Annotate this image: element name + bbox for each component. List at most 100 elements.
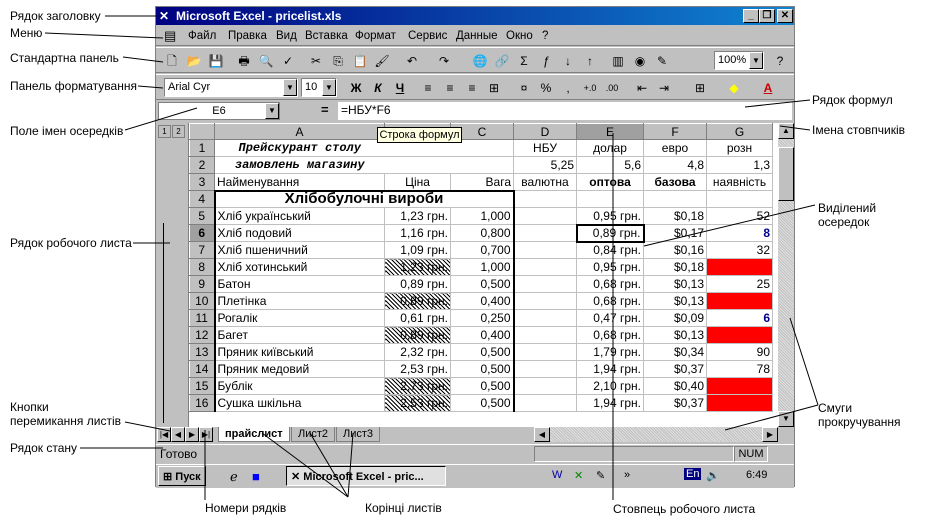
cell-B10[interactable]: 0,89 грн.	[384, 292, 451, 310]
menu-window[interactable]: Окно	[506, 29, 533, 43]
cell-B13[interactable]: 2,32 грн.	[384, 343, 451, 361]
column-header-D[interactable]: D	[513, 123, 577, 140]
row-header[interactable]: 6	[189, 224, 215, 242]
align-left-icon[interactable]: ≡	[418, 78, 438, 98]
cell-F15[interactable]: $0,40	[643, 377, 707, 395]
increase-decimal-icon[interactable]: +.0	[580, 78, 600, 98]
menu-data[interactable]: Данные	[456, 29, 498, 43]
next-sheet-icon[interactable]: ▶	[185, 427, 199, 442]
cell-G5[interactable]: 52	[706, 207, 773, 225]
cell-F4[interactable]	[643, 190, 707, 208]
tools-icon[interactable]: ✎	[596, 469, 605, 482]
cell-A8[interactable]: Хліб хотинський	[213, 258, 385, 276]
cell-E16[interactable]: 1,94 грн.	[576, 394, 644, 412]
cell-G4[interactable]	[706, 190, 773, 208]
cell-A11[interactable]: Рогалік	[213, 309, 385, 327]
cell-A14[interactable]: Пряник медовий	[213, 360, 385, 378]
cell-B14[interactable]: 2,53 грн.	[384, 360, 451, 378]
restore-button[interactable]: ❐	[759, 9, 775, 23]
cell-G13[interactable]: 90	[706, 343, 773, 361]
column-header-A[interactable]: A	[214, 123, 385, 140]
cell-A3[interactable]: Найменування	[214, 173, 385, 191]
cell-F11[interactable]: $0,09	[643, 309, 707, 327]
function-icon[interactable]: ƒ	[536, 51, 556, 71]
cell-A12[interactable]: Багет	[213, 326, 385, 344]
cell-G7[interactable]: 32	[706, 241, 773, 259]
autosum-icon[interactable]: Σ	[514, 51, 534, 71]
menu-edit[interactable]: Правка	[228, 29, 267, 43]
document-icon[interactable]: ▤	[164, 28, 176, 44]
sort-asc-icon[interactable]: ↓	[558, 51, 578, 71]
cell-E7[interactable]: 0,84 грн.	[576, 241, 644, 259]
cell-B2[interactable]	[384, 156, 451, 174]
cell-C13[interactable]: 0,500	[450, 343, 515, 361]
cell-C11[interactable]: 0,250	[450, 309, 515, 327]
row-header[interactable]: 5	[189, 207, 215, 225]
cell-C3[interactable]: Вага	[450, 173, 514, 191]
row-header[interactable]: 1	[189, 139, 215, 157]
decrease-indent-icon[interactable]: ⇤	[632, 78, 652, 98]
cell-B12[interactable]: 0,89 грн.	[384, 326, 451, 344]
cell-C6[interactable]: 0,800	[450, 224, 515, 242]
preview-icon[interactable]: 🔍	[256, 51, 276, 71]
cell-C14[interactable]: 0,500	[450, 360, 515, 378]
cell-D15[interactable]	[513, 377, 577, 395]
comma-icon[interactable]: ,	[558, 78, 578, 98]
vertical-scrollbar[interactable]: ▲ ▼	[778, 123, 794, 427]
cell-A2[interactable]: замовлень магазину	[214, 156, 385, 174]
spelling-icon[interactable]: ✓	[278, 51, 298, 71]
row-header[interactable]: 7	[189, 241, 215, 259]
cell-E14[interactable]: 1,94 грн.	[576, 360, 644, 378]
cell-F16[interactable]: $0,37	[643, 394, 707, 412]
drawing-icon[interactable]: ✎	[652, 51, 672, 71]
menu-file[interactable]: Файл	[188, 29, 216, 43]
cell-B7[interactable]: 1,09 грн.	[384, 241, 451, 259]
horizontal-scrollbar[interactable]: ◀ ▶	[534, 427, 778, 442]
increase-indent-icon[interactable]: ⇥	[654, 78, 674, 98]
row-header[interactable]: 12	[189, 326, 215, 344]
cell-D11[interactable]	[513, 309, 577, 327]
copy-icon[interactable]: ⎘	[328, 51, 348, 71]
hyperlink-icon[interactable]: 🔗	[492, 51, 512, 71]
row-header[interactable]: 13	[189, 343, 215, 361]
cell-D10[interactable]	[513, 292, 577, 310]
undo-icon[interactable]: ↶	[402, 51, 422, 71]
cell-C16[interactable]: 0,500	[450, 394, 515, 412]
cell-G8[interactable]: 0	[706, 258, 773, 276]
formula-input[interactable]: =НБУ*F6	[338, 102, 792, 120]
cell-G9[interactable]: 25	[706, 275, 773, 293]
cell-E2[interactable]: 5,6	[576, 156, 644, 174]
row-header[interactable]: 16	[189, 394, 215, 412]
scroll-down-icon[interactable]: ▼	[778, 411, 794, 427]
taskbar-excel[interactable]: ✕ Microsoft Excel - pric...	[286, 466, 446, 486]
cell-F2[interactable]: 4,8	[643, 156, 707, 174]
cell-E11[interactable]: 0,47 грн.	[576, 309, 644, 327]
first-sheet-icon[interactable]: |◀	[157, 427, 171, 442]
prev-sheet-icon[interactable]: ◀	[171, 427, 185, 442]
cut-icon[interactable]: ✂	[306, 51, 326, 71]
map-icon[interactable]: ◉	[630, 51, 650, 71]
font-select[interactable]: Arial Cyr ▼	[164, 78, 298, 97]
menu-insert[interactable]: Вставка	[305, 29, 348, 43]
cell-A5[interactable]: Хліб український	[213, 207, 385, 225]
currency-icon[interactable]: ¤	[514, 78, 534, 98]
cell-C5[interactable]: 1,000	[450, 207, 515, 225]
cell-G15[interactable]: 0	[706, 377, 773, 395]
cell-B3[interactable]: Ціна	[384, 173, 451, 191]
cell-E1[interactable]: долар	[576, 139, 644, 157]
cell-A9[interactable]: Батон	[213, 275, 385, 293]
minimize-button[interactable]: _	[743, 9, 759, 23]
cell-F10[interactable]: $0,13	[643, 292, 707, 310]
font-color-icon[interactable]: A	[758, 78, 778, 98]
print-icon[interactable]: 🖶	[234, 51, 254, 71]
decrease-decimal-icon[interactable]: .00	[602, 78, 622, 98]
scroll-right-icon[interactable]: ▶	[762, 427, 778, 442]
cell-D2[interactable]: 5,25	[513, 156, 577, 174]
cell-G14[interactable]: 78	[706, 360, 773, 378]
cell-G1[interactable]: розн	[706, 139, 773, 157]
fill-color-icon[interactable]: ◆	[724, 78, 744, 98]
cell-D9[interactable]	[513, 275, 577, 293]
cell-G12[interactable]: 0	[706, 326, 773, 344]
cell-D3[interactable]: валютна	[513, 173, 577, 191]
cell-G6[interactable]: 8	[706, 224, 773, 242]
